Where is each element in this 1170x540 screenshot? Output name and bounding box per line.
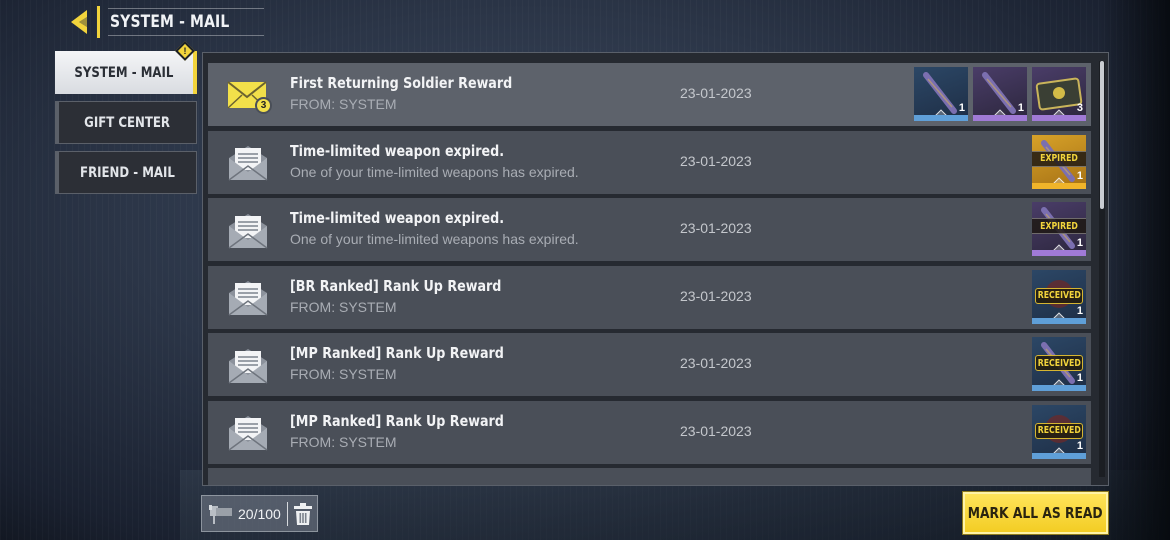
page-header: SYSTEM - MAIL — [66, 6, 264, 38]
reward-item[interactable]: EXPIRED 1 — [1032, 202, 1086, 256]
reward-item[interactable]: EXPIRED 1 — [1032, 134, 1086, 189]
reward-quantity: 1 — [1076, 439, 1083, 452]
mail-texts: Time-limited weapon expired. One of your… — [290, 142, 579, 180]
mailbox-icon — [209, 504, 232, 524]
divider — [286, 501, 288, 526]
mail-row[interactable]: 3 First Returning Soldier Reward FROM: S… — [208, 63, 1091, 126]
reward-items: RECEIVED 1 — [1032, 404, 1086, 459]
delete-read-button[interactable] — [293, 502, 312, 525]
back-arrow-icon — [70, 10, 87, 34]
unread-count-badge: 3 — [255, 96, 272, 114]
reward-quantity: 3 — [1076, 102, 1083, 114]
mail-texts: First Returning Soldier Reward FROM: SYS… — [290, 74, 561, 112]
mail-texts: [MP Ranked] Rank Up Reward FROM: SYSTEM — [290, 344, 551, 382]
mail-sender: FROM: SYSTEM — [290, 298, 397, 315]
reward-item[interactable]: 3 — [1032, 67, 1086, 121]
envelope-closed-icon: 3 — [208, 78, 288, 114]
reward-items: EXPIRED 1 — [1032, 202, 1086, 256]
mail-sender: FROM: SYSTEM — [290, 366, 397, 382]
back-button[interactable] — [66, 6, 100, 38]
mail-date: 23-01-2023 — [680, 422, 752, 439]
mail-subject: Time-limited weapon expired. — [290, 141, 505, 160]
mail-date: 23-01-2023 — [680, 355, 752, 371]
expired-stamp: EXPIRED — [1032, 150, 1086, 167]
reward-items: RECEIVED 1 — [1032, 269, 1086, 324]
mail-subject: [BR Ranked] Rank Up Reward — [290, 276, 502, 295]
reward-items: EXPIRED 1 — [1032, 134, 1086, 189]
tab-system-mail[interactable]: SYSTEM - MAIL — [55, 51, 197, 94]
trash-icon — [293, 502, 312, 525]
mail-sender: One of your time-limited weapons has exp… — [290, 231, 579, 247]
mail-row[interactable]: [MP Ranked] Rank Up Reward FROM: SYSTEM … — [208, 333, 1091, 396]
mail-date: 23-01-2023 — [680, 152, 752, 169]
received-stamp: RECEIVED — [1035, 355, 1083, 371]
envelope-open-icon — [208, 345, 288, 385]
reward-quantity: 1 — [958, 102, 965, 114]
reward-item[interactable]: 1 — [973, 67, 1027, 121]
mail-date: 23-01-2023 — [680, 220, 752, 236]
mail-sender: FROM: SYSTEM — [290, 433, 397, 450]
received-stamp: RECEIVED — [1035, 422, 1083, 439]
reward-quantity: 1 — [1017, 102, 1024, 114]
mail-row-partial[interactable] — [208, 468, 1091, 485]
reward-item[interactable]: RECEIVED 1 — [1032, 404, 1086, 459]
reward-item[interactable]: RECEIVED 1 — [1032, 337, 1086, 391]
mail-subject: First Returning Soldier Reward — [290, 74, 513, 92]
title-wrap: SYSTEM - MAIL — [108, 8, 264, 36]
mail-date: 23-01-2023 — [680, 85, 752, 101]
envelope-open-icon — [208, 277, 288, 317]
envelope-open-icon — [208, 210, 288, 250]
tab-label: GIFT CENTER — [84, 114, 171, 131]
reward-quantity: 1 — [1076, 169, 1083, 182]
mail-subject: [MP Ranked] Rank Up Reward — [290, 344, 504, 362]
alert-icon: ! — [183, 46, 187, 56]
status-label: RECEIVED — [1037, 357, 1081, 369]
mark-all-as-read-button[interactable]: MARK ALL AS READ — [962, 491, 1109, 535]
tab-label: FRIEND - MAIL — [80, 164, 175, 181]
received-stamp: RECEIVED — [1035, 287, 1083, 304]
reward-quantity: 1 — [1076, 237, 1083, 249]
reward-items: 1 1 3 — [914, 67, 1086, 121]
mail-row[interactable]: [MP Ranked] Rank Up Reward FROM: SYSTEM … — [208, 400, 1091, 464]
reward-quantity: 1 — [1076, 304, 1083, 317]
page-title: SYSTEM - MAIL — [110, 12, 230, 32]
reward-item[interactable]: RECEIVED 1 — [1032, 269, 1086, 324]
status-label: RECEIVED — [1037, 425, 1081, 436]
mail-subject: [MP Ranked] Rank Up Reward — [290, 411, 504, 430]
mail-subject: Time-limited weapon expired. — [290, 209, 505, 227]
background-shade — [1100, 0, 1170, 540]
mail-list: 3 First Returning Soldier Reward FROM: S… — [208, 63, 1091, 485]
mail-sender: FROM: SYSTEM — [290, 96, 397, 112]
mailbox-count: 20/100 — [238, 505, 281, 522]
mail-texts: [BR Ranked] Rank Up Reward FROM: SYSTEM — [290, 277, 548, 315]
tab-gift-center[interactable]: GIFT CENTER — [55, 101, 197, 144]
mailbox-capacity: 20/100 — [201, 495, 318, 532]
tab-friend-mail[interactable]: FRIEND - MAIL — [55, 151, 197, 194]
expired-stamp: EXPIRED — [1032, 218, 1086, 234]
envelope-open-icon — [208, 142, 288, 182]
status-label: RECEIVED — [1037, 290, 1081, 301]
mark-all-label: MARK ALL AS READ — [968, 504, 1103, 522]
mail-row[interactable]: Time-limited weapon expired. One of your… — [208, 198, 1091, 261]
status-label: EXPIRED — [1040, 220, 1078, 232]
mail-row[interactable]: Time-limited weapon expired. One of your… — [208, 130, 1091, 194]
mail-date: 23-01-2023 — [680, 287, 752, 304]
mail-row[interactable]: [BR Ranked] Rank Up Reward FROM: SYSTEM … — [208, 265, 1091, 329]
mail-texts: [MP Ranked] Rank Up Reward FROM: SYSTEM — [290, 412, 551, 450]
scrollbar-thumb[interactable] — [1100, 61, 1104, 209]
envelope-open-icon — [208, 412, 288, 452]
reward-item[interactable]: 1 — [914, 67, 968, 121]
tab-label: SYSTEM - MAIL — [74, 64, 174, 81]
mail-texts: Time-limited weapon expired. One of your… — [290, 209, 579, 247]
reward-quantity: 1 — [1076, 372, 1083, 384]
mail-list-panel: 3 First Returning Soldier Reward FROM: S… — [202, 52, 1109, 486]
status-label: EXPIRED — [1040, 153, 1078, 164]
mail-sender: One of your time-limited weapons has exp… — [290, 163, 579, 180]
reward-items: RECEIVED 1 — [1032, 337, 1086, 391]
